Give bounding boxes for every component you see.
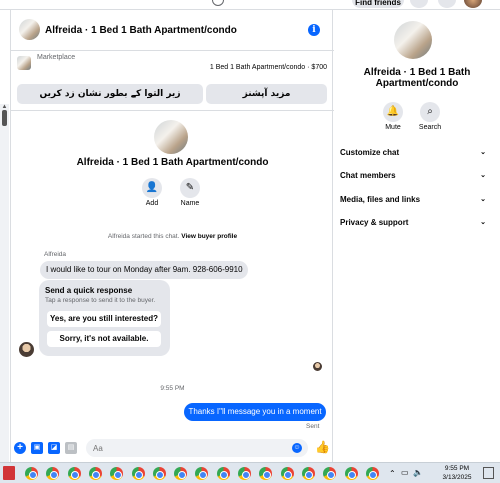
- gallery-icon[interactable]: ▣: [31, 442, 43, 454]
- chrome-icon[interactable]: [216, 467, 230, 480]
- add-label: Add: [145, 200, 159, 207]
- clock-date[interactable]: 3/13/2025: [437, 474, 477, 481]
- search-icon: ⌕: [427, 106, 433, 117]
- sidebar-name: Alfreida · 1 Bed 1 Bath Apartment/condo: [363, 67, 471, 89]
- taskbar: ⌃ ▭ 🔈 9:55 PM 3/13/2025: [0, 462, 500, 483]
- customize-chat-row[interactable]: Customize chat ⌄: [340, 142, 490, 164]
- name-label: Name: [180, 200, 200, 207]
- chrome-icon[interactable]: [344, 467, 358, 480]
- chat-title[interactable]: Alfreida · 1 Bed 1 Bath Apartment/condo: [45, 25, 237, 36]
- chevron-down-icon: ⌄: [480, 149, 486, 156]
- pencil-icon: ✎: [185, 182, 195, 193]
- chevron-down-icon: ⌄: [480, 219, 486, 226]
- media-files-links-row[interactable]: Media, files and links ⌄: [340, 189, 490, 211]
- sender-name: Alfreida: [44, 251, 67, 258]
- chrome-icon[interactable]: [195, 467, 209, 480]
- add-person-button[interactable]: 👤: [142, 178, 162, 198]
- chrome-icon[interactable]: [110, 467, 124, 480]
- network-icon[interactable]: ▭: [401, 468, 409, 477]
- view-buyer-profile-link[interactable]: View buyer profile: [181, 233, 237, 240]
- chat-details-sidebar: Alfreida · 1 Bed 1 Bath Apartment/condo …: [334, 10, 500, 462]
- chrome-icon[interactable]: [280, 467, 294, 480]
- chrome-icon[interactable]: [25, 467, 38, 480]
- plus-icon[interactable]: +: [14, 442, 26, 454]
- add-person-icon: 👤: [145, 182, 159, 193]
- listing-price: 1 Bed 1 Bath Apartment/condo · $700: [209, 64, 327, 71]
- sent-status: Sent: [306, 423, 320, 430]
- search-button[interactable]: ⌕: [420, 102, 440, 122]
- chat-panel: Alfreida · 1 Bed 1 Bath Apartment/condo …: [10, 10, 334, 462]
- profile-name: Alfreida · 1 Bed 1 Bath Apartment/condo: [76, 157, 269, 168]
- info-icon[interactable]: i: [308, 24, 320, 36]
- chrome-icon[interactable]: [238, 467, 251, 480]
- tray-chevron-icon[interactable]: ⌃: [389, 469, 396, 478]
- incoming-message[interactable]: I would like to tour on Monday after 9am…: [40, 261, 248, 279]
- chat-members-row[interactable]: Chat members ⌄: [340, 165, 490, 187]
- sidebar-profile-picture[interactable]: [394, 21, 432, 59]
- chat-header: Alfreida · 1 Bed 1 Bath Apartment/condo …: [11, 10, 334, 51]
- quick-response-title: Send a quick response: [45, 286, 133, 295]
- clock-time[interactable]: 9:55 PM: [437, 465, 477, 472]
- thumbs-up-icon[interactable]: 👍: [315, 440, 330, 454]
- gif-icon[interactable]: ▤: [65, 442, 77, 454]
- find-friends-button[interactable]: Find friends: [352, 0, 404, 8]
- message-input[interactable]: [86, 439, 308, 457]
- start-button[interactable]: [3, 466, 15, 480]
- chrome-icon[interactable]: [323, 467, 337, 480]
- marketplace-listing-bar: Marketplace 1 Bed 1 Bath Apartment/condo…: [11, 51, 334, 111]
- notification-center-icon[interactable]: [483, 467, 494, 479]
- mark-as-pending-button[interactable]: زیر التوا کے بطور نشان زد کریں: [17, 84, 203, 104]
- quick-response-card: Send a quick response Tap a response to …: [39, 280, 170, 356]
- section-label: Media, files and links: [340, 195, 421, 204]
- chrome-icon[interactable]: [174, 467, 188, 480]
- chrome-icon[interactable]: [88, 467, 102, 480]
- message-composer: + ▣ ◪ ▤ ☺ 👍: [11, 437, 334, 462]
- privacy-support-row[interactable]: Privacy & support ⌄: [340, 212, 490, 234]
- chrome-icon[interactable]: [259, 467, 273, 480]
- system-message: Alfreida started this chat. View buyer p…: [11, 233, 334, 240]
- section-label: Privacy & support: [340, 218, 409, 227]
- speaker-icon[interactable]: 🔈: [413, 468, 423, 477]
- name-button[interactable]: ✎: [180, 178, 200, 198]
- outgoing-message[interactable]: Thanks I"ll message you in a moment: [184, 403, 326, 421]
- read-receipt-avatar: [313, 362, 322, 371]
- scroll-thumb[interactable]: [2, 110, 7, 126]
- chevron-down-icon: ⌄: [480, 196, 486, 203]
- listing-thumbnail[interactable]: [17, 56, 31, 70]
- chrome-icon[interactable]: [46, 467, 60, 480]
- bell-icon: 🔔: [386, 106, 400, 117]
- mute-label: Mute: [385, 124, 401, 131]
- section-label: Chat members: [340, 171, 396, 180]
- chrome-icon[interactable]: [67, 467, 81, 480]
- emoji-icon[interactable]: ☺: [292, 443, 302, 453]
- chrome-icon[interactable]: [152, 467, 166, 480]
- chrome-icon[interactable]: [365, 467, 379, 480]
- marketplace-label: Marketplace: [37, 54, 76, 61]
- chevron-down-icon: ⌄: [480, 172, 486, 179]
- sticker-icon[interactable]: ◪: [48, 442, 60, 454]
- chat-avatar[interactable]: [19, 19, 40, 40]
- section-label: Customize chat: [340, 148, 400, 157]
- chat-scrollbar[interactable]: ▲: [0, 104, 9, 462]
- system-message-text: Alfreida started this chat.: [107, 233, 180, 240]
- chrome-icon[interactable]: [301, 467, 315, 480]
- message-timestamp: 9:55 PM: [160, 385, 185, 392]
- mute-button[interactable]: 🔔: [383, 102, 403, 122]
- profile-picture[interactable]: [154, 120, 188, 154]
- chrome-icon[interactable]: [131, 467, 145, 480]
- quick-response-option[interactable]: Yes, are you still interested?: [47, 311, 161, 327]
- quick-response-option[interactable]: Sorry, it's not available.: [47, 331, 161, 347]
- more-options-button[interactable]: مزید آپشنز: [206, 84, 327, 104]
- buyer-avatar[interactable]: [19, 342, 34, 357]
- search-label: Search: [418, 124, 442, 131]
- quick-response-subtitle: Tap a response to send it to the buyer.: [45, 297, 156, 304]
